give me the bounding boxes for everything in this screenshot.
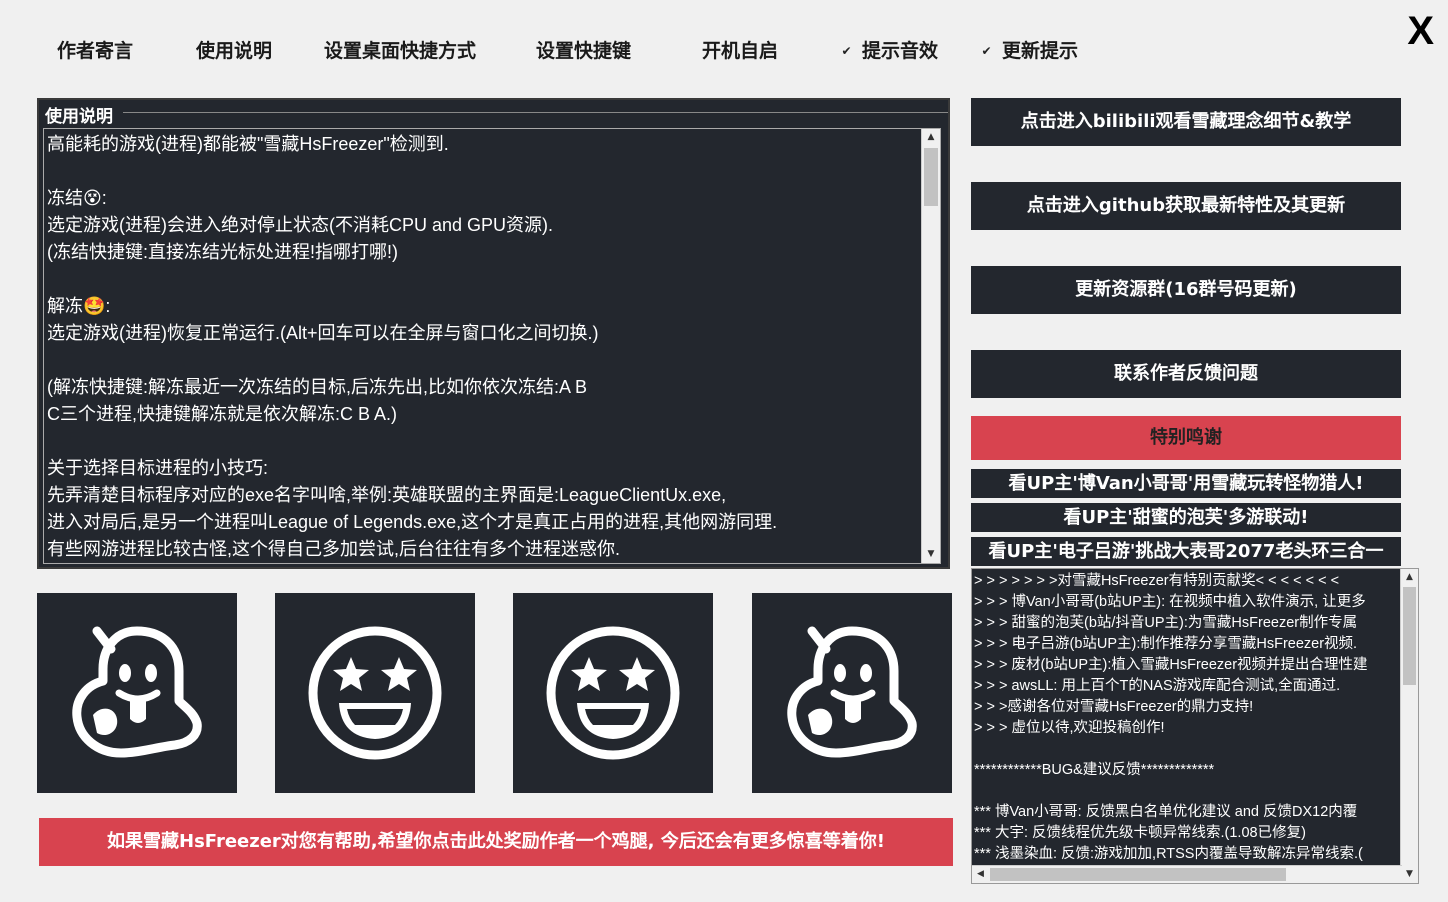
- unfreeze-star-tile-right[interactable]: [513, 593, 713, 793]
- unfreeze-star-tile-left[interactable]: [275, 593, 475, 793]
- usage-scrollbar[interactable]: ▲ ▼: [921, 129, 940, 563]
- scroll-down-icon[interactable]: ▼: [1401, 866, 1418, 883]
- up-video-2-button[interactable]: 看UP主'甜蜜的泡芙'多游联动!: [971, 503, 1401, 532]
- menu-author-note[interactable]: 作者寄言: [57, 36, 133, 66]
- scroll-up-icon[interactable]: ▲: [1401, 569, 1418, 586]
- ghost-tongue-icon: [72, 626, 202, 758]
- scroll-left-icon[interactable]: ◀: [972, 866, 989, 883]
- menu-autostart[interactable]: 开机自启: [702, 36, 778, 66]
- star-struck-icon: [546, 626, 680, 760]
- close-button[interactable]: X: [1407, 6, 1434, 56]
- menu-instructions[interactable]: 使用说明: [196, 36, 272, 66]
- scroll-down-icon[interactable]: ▼: [922, 546, 940, 563]
- freeze-ghost-tile-right[interactable]: [752, 593, 952, 793]
- scroll-up-icon[interactable]: ▲: [922, 129, 940, 146]
- checkmark-icon[interactable]: ✔: [840, 45, 853, 58]
- sound-hint-toggle[interactable]: ✔ 提示音效: [840, 36, 938, 66]
- checkmark-icon[interactable]: ✔: [980, 45, 993, 58]
- update-hint-label: 更新提示: [1002, 40, 1079, 62]
- resource-group-button[interactable]: 更新资源群(16群号码更新): [971, 266, 1401, 314]
- scroll-thumb[interactable]: [990, 868, 1286, 881]
- github-button[interactable]: 点击进入github获取最新特性及其更新: [971, 182, 1401, 230]
- reward-author-banner[interactable]: 如果雪藏HsFreezer对您有帮助,希望你点击此处奖励作者一个鸡腿, 今后还会…: [39, 818, 953, 866]
- scroll-thumb[interactable]: [1403, 587, 1416, 685]
- credits-textbox[interactable]: > > > > > > >对雪藏HsFreezer有特别贡献奖< < < < <…: [971, 568, 1419, 884]
- scroll-thumb[interactable]: [924, 148, 938, 206]
- special-thanks-header: 特别鸣谢: [971, 416, 1401, 460]
- credits-text: > > > > > > >对雪藏HsFreezer有特别贡献奖< < < < <…: [974, 573, 1368, 862]
- update-hint-toggle[interactable]: ✔ 更新提示: [980, 36, 1078, 66]
- usage-panel: 使用说明 高能耗的游戏(进程)都能被"雪藏HsFreezer"检测到. 冻结😵:…: [37, 98, 950, 569]
- contact-author-button[interactable]: 联系作者反馈问题: [971, 350, 1401, 398]
- up-video-1-button[interactable]: 看UP主'博Van小哥哥'用雪藏玩转怪物猎人!: [971, 469, 1401, 498]
- usage-text: 高能耗的游戏(进程)都能被"雪藏HsFreezer"检测到. 冻结😵: 选定游戏…: [47, 134, 778, 559]
- credits-hscrollbar[interactable]: ◀: [972, 865, 1402, 883]
- star-struck-icon: [308, 626, 442, 760]
- freeze-ghost-tile-left[interactable]: [37, 593, 237, 793]
- up-video-3-button[interactable]: 看UP主'电子吕游'挑战大表哥2077老头环三合一: [971, 537, 1401, 566]
- bilibili-button[interactable]: 点击进入bilibili观看雪藏理念细节&教学: [971, 98, 1401, 146]
- usage-legend: 使用说明: [45, 102, 117, 127]
- menu-desktop-shortcut[interactable]: 设置桌面快捷方式: [324, 36, 476, 66]
- usage-textbox[interactable]: 高能耗的游戏(进程)都能被"雪藏HsFreezer"检测到. 冻结😵: 选定游戏…: [43, 128, 941, 564]
- menu-hotkeys[interactable]: 设置快捷键: [536, 36, 631, 66]
- sound-hint-label: 提示音效: [862, 40, 939, 62]
- credits-vscrollbar[interactable]: ▲ ▼: [1400, 569, 1418, 883]
- ghost-tongue-icon: [787, 626, 917, 758]
- panel-divider: [123, 112, 948, 113]
